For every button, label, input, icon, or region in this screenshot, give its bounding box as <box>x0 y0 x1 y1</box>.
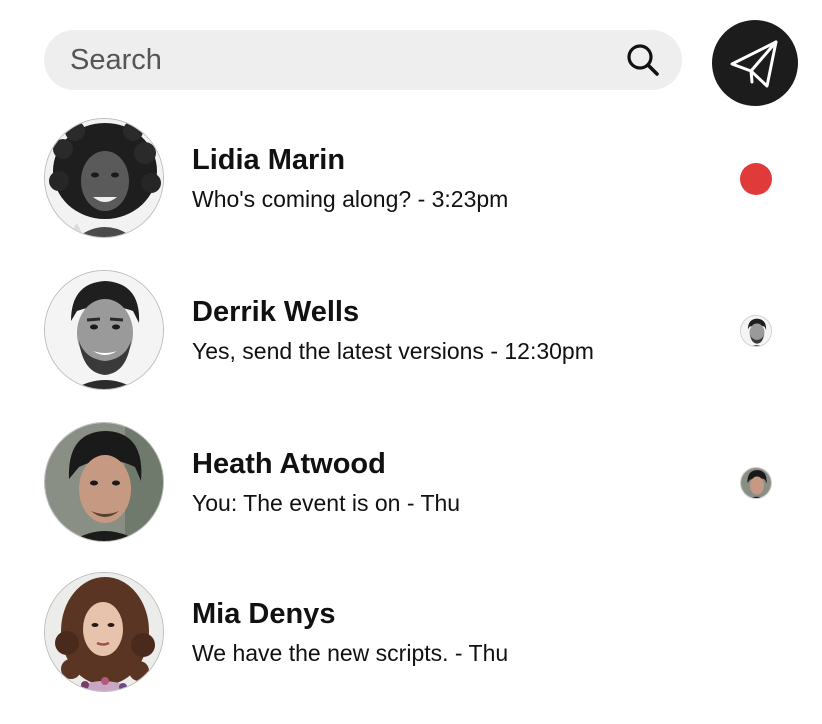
seen-by-avatar <box>740 315 772 347</box>
last-message: Yes, send the latest versions - 12:30pm <box>192 338 594 364</box>
conversation-row[interactable]: Lidia Marin Who's coming along? - 3:23pm <box>0 118 822 248</box>
last-message: We have the new scripts. - Thu <box>192 640 509 666</box>
avatar <box>44 572 164 692</box>
contact-name: Mia Denys <box>192 598 336 630</box>
conversation-row[interactable]: Derrik Wells Yes, send the latest versio… <box>0 270 822 400</box>
conversation-list: Lidia Marin Who's coming along? - 3:23pm… <box>0 0 822 724</box>
last-message: You: The event is on - Thu <box>192 490 461 516</box>
contact-name: Lidia Marin <box>192 144 346 176</box>
contact-name: Heath Atwood <box>192 448 386 480</box>
conversation-row[interactable]: Heath Atwood You: The event is on - Thu <box>0 422 822 552</box>
conversation-row[interactable]: Mia Denys We have the new scripts. - Thu <box>0 572 822 702</box>
seen-by-avatar <box>740 467 772 499</box>
last-message: Who's coming along? - 3:23pm <box>192 186 509 212</box>
avatar <box>44 422 164 542</box>
contact-name: Derrik Wells <box>192 296 360 328</box>
avatar <box>44 270 164 390</box>
unread-indicator <box>740 163 772 195</box>
avatar <box>44 118 164 238</box>
